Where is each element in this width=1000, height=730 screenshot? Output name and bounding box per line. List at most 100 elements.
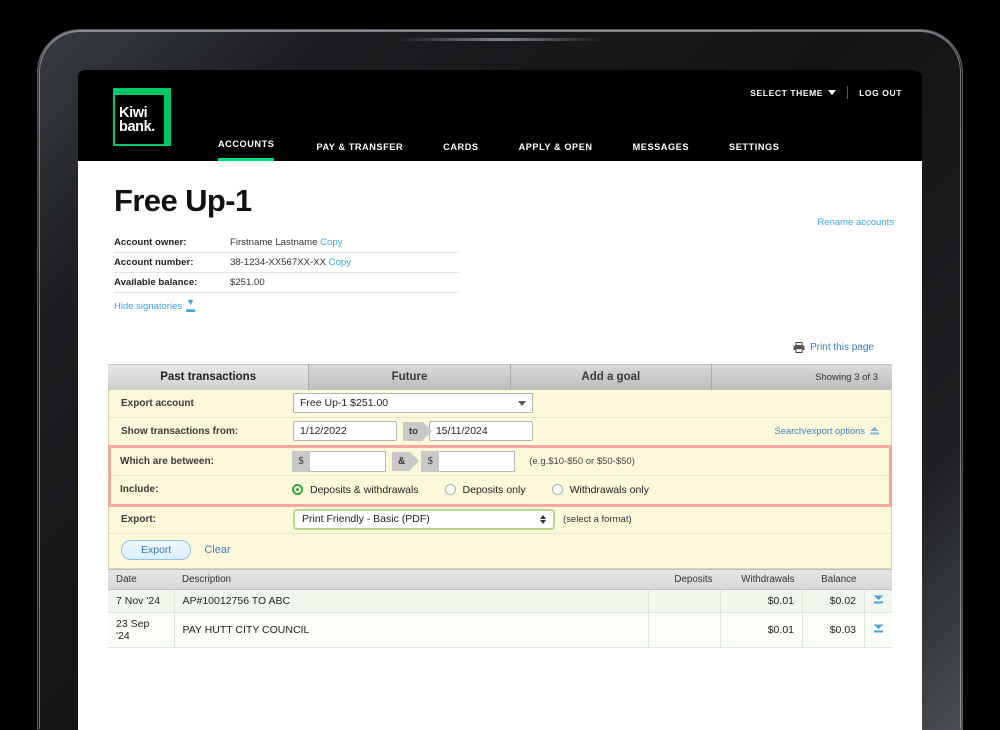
cell-description: PAY HUTT CITY COUNCIL	[174, 612, 649, 648]
export-button[interactable]: Export	[121, 539, 192, 560]
account-number-row: Account number: 38-1234-XX567XX-XX Copy	[114, 253, 459, 273]
utility-divider	[847, 86, 849, 99]
amount-min-group: $	[292, 450, 386, 472]
table-row[interactable]: 23 Sep '24 PAY HUTT CITY COUNCIL $0.01 $…	[108, 612, 892, 648]
form-actions-row: Export Clear	[109, 534, 891, 568]
print-this-page-link[interactable]: Print this page	[793, 341, 874, 353]
col-deposits: Deposits	[648, 568, 721, 590]
search-export-options-label: Search/export options	[774, 426, 865, 436]
chevron-down-icon	[828, 90, 837, 95]
col-withdrawals: Withdrawals	[720, 568, 803, 590]
include-radio-group: Deposits & withdrawals Deposits only Wit…	[292, 484, 675, 496]
which-are-between-label: Which are between:	[120, 455, 214, 467]
export-form: Export account Free Up-1 $251.00 Show tr…	[108, 389, 892, 569]
nav-item-settings[interactable]: SETTINGS	[729, 142, 779, 161]
search-export-options-link[interactable]: Search/export options	[775, 426, 879, 436]
radio-deposits-only[interactable]: Deposits only	[444, 483, 526, 496]
chevron-down-icon	[518, 400, 526, 406]
print-label: Print this page	[810, 341, 874, 353]
transactions-panel: Past transactions Future Add a goal Show…	[108, 363, 892, 648]
logo-inner: Kiwi bank.	[115, 95, 164, 144]
highlighted-filter-block: Which are between: $ & $ (e.g.$10-$50 or…	[108, 444, 892, 507]
cell-withdrawals: $0.01	[720, 589, 803, 613]
select-theme-button[interactable]: SELECT THEME	[750, 87, 837, 98]
log-out-label: LOG OUT	[859, 87, 902, 98]
cell-description: AP#10012756 TO ABC	[174, 589, 649, 613]
available-balance-value: $251.00	[230, 277, 265, 288]
nav-item-messages[interactable]: MESSAGES	[633, 142, 689, 161]
amount-format-hint: (e.g.$10-$50 or $50-$50)	[529, 455, 635, 467]
row-expand-button[interactable]	[864, 612, 892, 648]
export-account-select[interactable]: Free Up-1 $251.00	[293, 393, 533, 413]
row-expand-button[interactable]	[864, 589, 892, 613]
radio-withdrawals-only[interactable]: Withdrawals only	[551, 483, 649, 496]
export-account-selected-value: Free Up-1 $251.00	[300, 397, 389, 409]
clear-link[interactable]: Clear	[204, 544, 230, 556]
amount-between-row: Which are between: $ & $ (e.g.$10-$50 or…	[111, 448, 889, 476]
logo-line-2: bank.	[119, 118, 155, 135]
table-body: 7 Nov '24 AP#10012756 TO ABC $0.01 $0.02	[108, 589, 892, 648]
stepper-icon	[540, 514, 546, 524]
tab-future[interactable]: Future	[309, 363, 511, 390]
nav-item-apply-open[interactable]: APPLY & OPEN	[519, 142, 593, 161]
hide-signatories-label: Hide signatories	[114, 300, 183, 312]
copy-number-link[interactable]: Copy	[329, 257, 351, 268]
table-head: Date Description Deposits Withdrawals Ba…	[108, 568, 892, 590]
radio-dot-icon	[551, 484, 563, 495]
rename-accounts-link[interactable]: Rename accounts	[817, 217, 894, 228]
collapse-up-icon	[870, 426, 879, 434]
kiwibank-logo[interactable]: Kiwi bank.	[113, 88, 171, 146]
cell-deposits	[648, 589, 721, 613]
account-number-label: Account number:	[114, 257, 194, 268]
nav-item-cards[interactable]: CARDS	[443, 142, 478, 161]
export-label: Export:	[121, 513, 156, 525]
available-balance-row: Available balance: $251.00	[114, 273, 459, 293]
radio-label: Withdrawals only	[569, 483, 649, 496]
main-navigation: ACCOUNTS PAY & TRANSFER CARDS APPLY & OP…	[218, 121, 922, 161]
cell-date: 23 Sep '24	[108, 612, 175, 648]
dollar-sign-icon-max: $	[421, 450, 440, 472]
cell-date: 7 Nov '24	[108, 589, 175, 613]
copy-owner-link[interactable]: Copy	[320, 237, 342, 248]
cell-withdrawals: $0.01	[720, 612, 803, 648]
account-owner-text: Firstname Lastname	[230, 237, 318, 248]
export-account-row: Export account Free Up-1 $251.00	[109, 390, 891, 418]
date-to-input[interactable]: 15/11/2024	[428, 421, 533, 441]
panel-tabs: Past transactions Future Add a goal Show…	[108, 363, 892, 390]
account-summary: Account owner: Firstname Lastname Copy A…	[114, 233, 459, 293]
log-out-button[interactable]: LOG OUT	[859, 88, 902, 98]
export-format-selected-value: Print Friendly - Basic (PDF)	[302, 513, 430, 525]
col-expand	[864, 568, 892, 590]
radio-label: Deposits & withdrawals	[310, 483, 419, 496]
select-theme-label: SELECT THEME	[750, 87, 824, 98]
date-range-row: Show transactions from: 1/12/2022 to 15/…	[109, 418, 891, 446]
show-transactions-from-label: Show transactions from:	[121, 425, 239, 437]
include-label: Include:	[120, 484, 159, 495]
hide-signatories-link[interactable]: Hide signatories ▼ ▬	[114, 297, 196, 314]
showing-count-label: Showing 3 of 3	[711, 363, 892, 390]
export-format-select[interactable]: Print Friendly - Basic (PDF)	[293, 508, 555, 530]
table-header-row: Date Description Deposits Withdrawals Ba…	[108, 568, 892, 590]
print-row: Print this page	[100, 340, 874, 358]
date-from-input[interactable]: 1/12/2022	[293, 421, 397, 441]
cell-balance: $0.02	[802, 589, 865, 613]
select-format-note: (select a format)	[563, 513, 632, 525]
amount-max-group: $	[421, 450, 516, 472]
radio-deposits-and-withdrawals[interactable]: Deposits & withdrawals	[292, 484, 419, 496]
account-owner-value: Firstname Lastname Copy	[230, 237, 343, 248]
account-number-value: 38-1234-XX567XX-XX Copy	[230, 257, 351, 268]
tab-add-a-goal[interactable]: Add a goal	[510, 363, 712, 390]
available-balance-label: Available balance:	[114, 277, 198, 288]
tablet-device-frame: SELECT THEME LOG OUT Kiwi bank. ACCOUNTS…	[38, 30, 962, 730]
nav-item-pay-transfer[interactable]: PAY & TRANSFER	[316, 142, 403, 161]
nav-item-accounts[interactable]: ACCOUNTS	[218, 139, 275, 161]
logo-line-1: Kiwi	[119, 104, 148, 121]
table-row[interactable]: 7 Nov '24 AP#10012756 TO ABC $0.01 $0.02	[108, 589, 892, 613]
double-chevron-down-icon: ▼ ▬	[186, 297, 196, 314]
amount-max-input[interactable]	[439, 450, 516, 472]
col-description: Description	[174, 568, 649, 590]
radio-label: Deposits only	[462, 483, 526, 496]
tab-past-transactions[interactable]: Past transactions	[108, 363, 310, 390]
amount-min-input[interactable]	[310, 450, 386, 472]
account-number-text: 38-1234-XX567XX-XX	[230, 257, 326, 268]
